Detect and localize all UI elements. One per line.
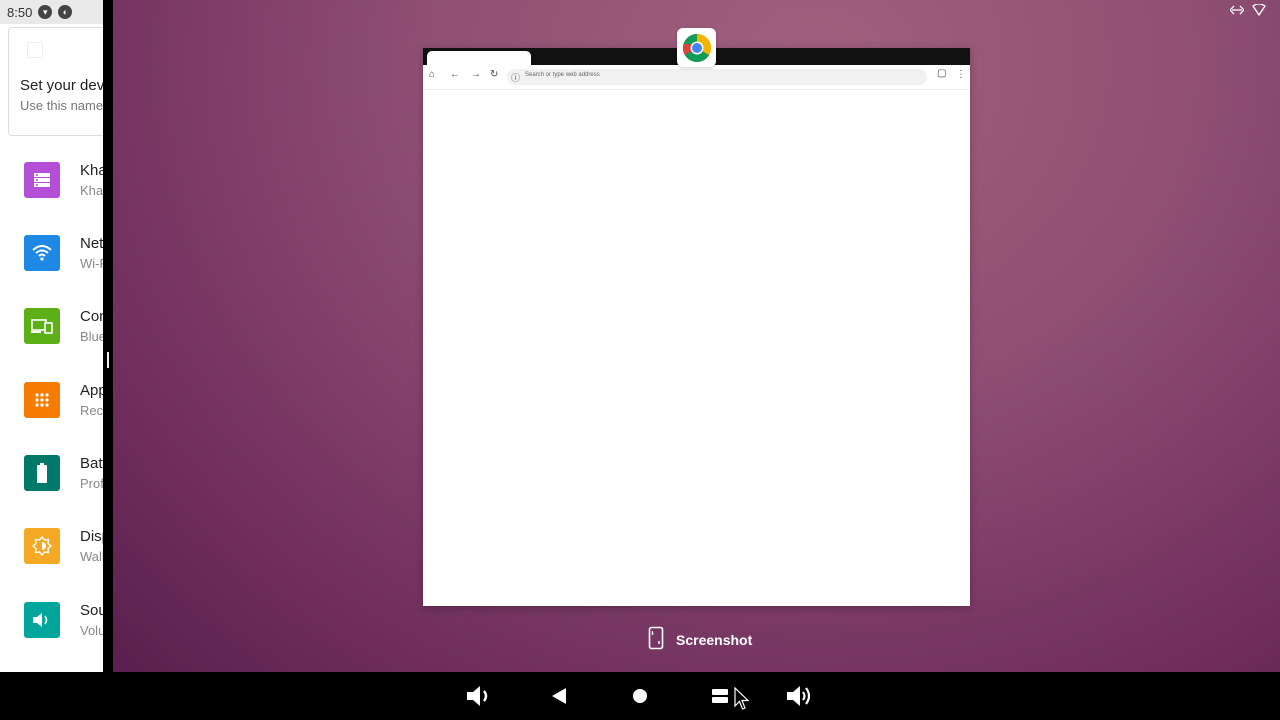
devices-icon	[24, 308, 60, 344]
settings-item-subtitle: Wi-Fi	[80, 256, 103, 271]
apps-icon	[24, 382, 60, 418]
card-icon	[27, 42, 43, 58]
omnibox[interactable]: ⓘ Search or type web address	[507, 69, 927, 85]
settings-item-title: Kha	[80, 162, 103, 179]
settings-item-storage[interactable]: Kha Kha	[24, 162, 103, 202]
sound-icon	[24, 602, 60, 638]
storage-icon	[24, 162, 60, 198]
top-right-status	[1229, 3, 1266, 19]
volume-up-icon[interactable]	[784, 682, 816, 710]
settings-item-title: Connected devices	[80, 308, 103, 325]
settings-item-apps[interactable]: Apps Recent apps	[24, 382, 103, 422]
device-name-subtitle: Use this name	[20, 98, 103, 113]
device-name-card[interactable]: Set your device name Use this name	[8, 27, 103, 136]
recents-icon[interactable]	[704, 682, 736, 710]
settings-item-subtitle: Wallpaper	[80, 549, 103, 564]
settings-item-title: Network & internet	[80, 235, 103, 252]
browser-toolbar: ⌂ ← → ↻ ⓘ Search or type web address ▢ ⋮	[423, 65, 970, 89]
recent-app-card-chrome[interactable]: ⌂ ← → ↻ ⓘ Search or type web address ▢ ⋮	[423, 48, 970, 606]
settings-item-subtitle: Profile	[80, 476, 103, 491]
split-screen-divider[interactable]	[103, 0, 113, 672]
wifi-icon	[24, 235, 60, 271]
settings-item-title: Sound	[80, 602, 103, 619]
browser-tab[interactable]	[427, 51, 531, 65]
back-arrow-icon[interactable]: ←	[450, 69, 460, 80]
volume-down-icon[interactable]	[464, 682, 496, 710]
chrome-icon[interactable]	[677, 28, 716, 67]
mouse-cursor-icon	[734, 686, 750, 716]
settings-item-display[interactable]: Display Wallpaper	[24, 528, 103, 568]
omnibox-placeholder: Search or type web address	[525, 72, 600, 78]
back-icon[interactable]	[543, 682, 575, 710]
navigation-bar	[0, 672, 1280, 720]
screenshot-label: Screenshot	[676, 632, 753, 648]
settings-item-network[interactable]: Network & internet Wi-Fi	[24, 235, 103, 275]
wifi-signal-icon	[1252, 3, 1266, 19]
toolbar-divider	[423, 89, 970, 90]
settings-item-title: Battery	[80, 455, 103, 472]
shield-icon: ▾	[38, 5, 53, 19]
info-icon: ⓘ	[511, 73, 521, 83]
settings-item-subtitle: Bluetooth	[80, 329, 103, 344]
forward-arrow-icon[interactable]: →	[471, 69, 481, 80]
status-bar: 8:50 ▾ ◐	[0, 0, 103, 24]
battery-icon	[24, 455, 60, 491]
device-name-title: Set your device name	[20, 77, 103, 94]
settings-item-battery[interactable]: Battery Profile	[24, 455, 103, 495]
settings-item-sound[interactable]: Sound Volume	[24, 602, 103, 642]
settings-item-title: Display	[80, 528, 103, 545]
notification-app-icon: ◐	[58, 5, 73, 19]
settings-item-subtitle: Kha	[80, 183, 103, 198]
screenshot-icon	[648, 626, 664, 655]
status-time: 8:50	[7, 4, 33, 20]
menu-icon[interactable]: ⋮	[956, 69, 966, 80]
display-icon	[24, 528, 60, 564]
settings-item-title: Apps	[80, 382, 103, 399]
home-icon[interactable]: ⌂	[429, 69, 435, 80]
settings-item-subtitle: Recent apps	[80, 403, 103, 418]
home-icon[interactable]	[624, 682, 656, 710]
screenshot-button[interactable]: Screenshot	[648, 626, 753, 655]
divider-handle[interactable]	[107, 352, 109, 368]
reload-icon[interactable]: ↻	[490, 69, 498, 80]
settings-item-connected-devices[interactable]: Connected devices Bluetooth	[24, 308, 103, 348]
tab-switcher-icon[interactable]: ▢	[937, 68, 946, 79]
settings-split-pane[interactable]: Set your device name Use this name Kha K…	[0, 0, 103, 672]
settings-item-subtitle: Volume	[80, 623, 103, 638]
data-transfer-icon	[1229, 4, 1245, 19]
